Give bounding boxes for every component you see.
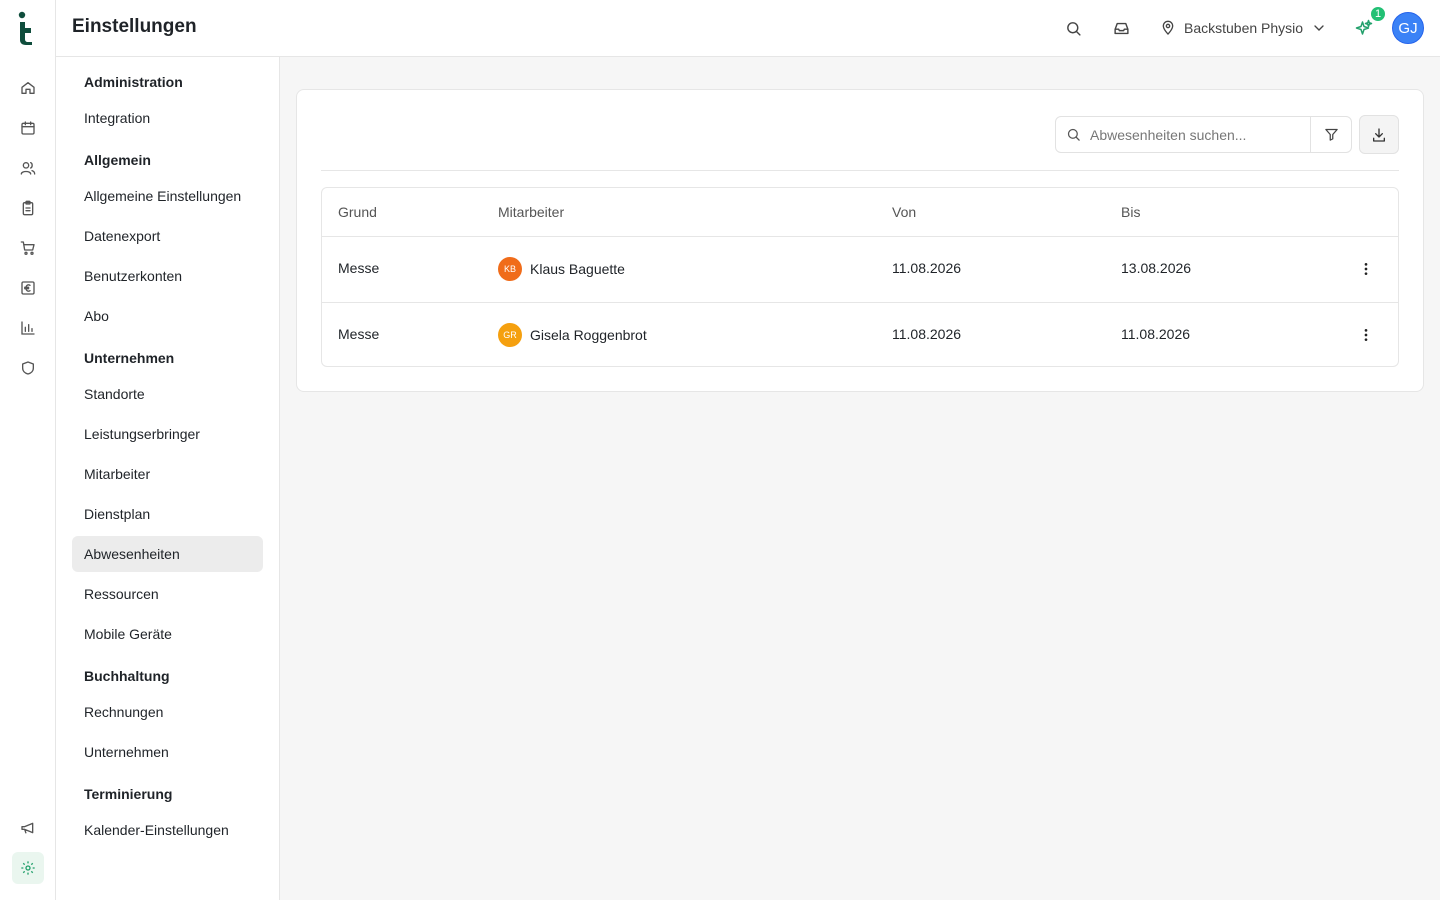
- nav-item-abo[interactable]: Abo: [72, 298, 263, 334]
- more-options-icon[interactable]: [1354, 257, 1378, 281]
- search-box: [1055, 116, 1352, 153]
- search-icon: [1056, 117, 1090, 152]
- chart-icon[interactable]: [16, 316, 40, 340]
- column-header-mitarbeiter[interactable]: Mitarbeiter: [498, 204, 564, 220]
- cell-von: 11.08.2026: [892, 260, 962, 276]
- nav-item-leistungserbringer[interactable]: Leistungserbringer: [72, 416, 263, 452]
- column-header-grund[interactable]: Grund: [338, 204, 377, 220]
- calendar-icon[interactable]: [16, 116, 40, 140]
- home-icon[interactable]: [16, 76, 40, 100]
- nav-item-mitarbeiter[interactable]: Mitarbeiter: [72, 456, 263, 492]
- filter-button[interactable]: [1310, 117, 1351, 152]
- download-button[interactable]: [1359, 115, 1399, 154]
- nav-item-mobile-geräte[interactable]: Mobile Geräte: [72, 616, 263, 652]
- employee-name: Klaus Baguette: [530, 261, 625, 277]
- shield-icon[interactable]: [16, 356, 40, 380]
- nav-item-abwesenheiten[interactable]: Abwesenheiten: [72, 536, 263, 572]
- page-title: Einstellungen: [72, 16, 197, 37]
- chevron-down-icon: [1314, 25, 1324, 31]
- nav-heading: Buchhaltung: [84, 668, 170, 684]
- nav-item-integration[interactable]: Integration: [72, 100, 263, 136]
- location-selector[interactable]: Backstuben Physio: [1160, 16, 1327, 40]
- top-bar: Einstellungen Backstuben Physio 1 GJ: [56, 0, 1440, 57]
- column-header-bis[interactable]: Bis: [1121, 204, 1140, 220]
- download-icon: [1373, 127, 1385, 142]
- nav-item-dienstplan[interactable]: Dienstplan: [72, 496, 263, 532]
- search-icon[interactable]: [1061, 16, 1085, 40]
- icon-rail: [0, 0, 56, 900]
- megaphone-icon[interactable]: [16, 816, 40, 840]
- avatar: GR: [498, 323, 522, 347]
- nav-item-rechnungen[interactable]: Rechnungen: [72, 694, 263, 730]
- nav-item-datenexport[interactable]: Datenexport: [72, 218, 263, 254]
- user-avatar[interactable]: GJ: [1392, 12, 1424, 44]
- nav-item-kalender-einstellungen[interactable]: Kalender-Einstellungen: [72, 812, 263, 848]
- nav-item-standorte[interactable]: Standorte: [72, 376, 263, 412]
- cell-mitarbeiter: GR Gisela Roggenbrot: [498, 323, 647, 347]
- absences-card: Grund Mitarbeiter Von Bis Messe KB Klaus…: [296, 89, 1424, 392]
- nav-heading: Administration: [84, 74, 183, 90]
- more-options-icon[interactable]: [1354, 323, 1378, 347]
- cart-icon[interactable]: [16, 236, 40, 260]
- nav-item-unternehmen[interactable]: Unternehmen: [72, 734, 263, 770]
- table-header: Grund Mitarbeiter Von Bis: [322, 188, 1398, 237]
- users-icon[interactable]: [16, 156, 40, 180]
- clipboard-icon[interactable]: [16, 196, 40, 220]
- absences-table: Grund Mitarbeiter Von Bis Messe KB Klaus…: [321, 187, 1399, 367]
- cell-grund: Messe: [338, 326, 380, 342]
- euro-icon[interactable]: [16, 276, 40, 300]
- notification-badge: 1: [1369, 5, 1387, 23]
- nav-item-benutzerkonten[interactable]: Benutzerkonten: [72, 258, 263, 294]
- location-name: Backstuben Physio: [1184, 20, 1304, 36]
- inbox-icon[interactable]: [1109, 16, 1133, 40]
- map-pin-icon: [1162, 20, 1174, 35]
- settings-nav: Administration Integration Allgemein Allgem…: [56, 57, 280, 900]
- nav-heading: Allgemein: [84, 152, 151, 168]
- cell-mitarbeiter: KB Klaus Baguette: [498, 257, 625, 281]
- cell-bis: 11.08.2026: [1121, 326, 1191, 342]
- nav-heading: Terminierung: [84, 786, 173, 802]
- cell-von: 11.08.2026: [892, 326, 962, 342]
- nav-item-allgemeine-einstellungen[interactable]: Allgemeine Einstellungen: [72, 178, 263, 214]
- cell-grund: Messe: [338, 260, 380, 276]
- column-header-von[interactable]: Von: [892, 204, 916, 220]
- table-row[interactable]: Messe GR Gisela Roggenbrot 11.08.2026 11…: [322, 302, 1398, 366]
- filter-icon: [1324, 128, 1338, 141]
- avatar: KB: [498, 257, 522, 281]
- table-row[interactable]: Messe KB Klaus Baguette 11.08.2026 13.08…: [322, 237, 1398, 302]
- nav-item-ressourcen[interactable]: Ressourcen: [72, 576, 263, 612]
- employee-name: Gisela Roggenbrot: [530, 327, 647, 343]
- gear-icon[interactable]: [12, 852, 44, 884]
- cell-bis: 13.08.2026: [1121, 260, 1192, 276]
- app-logo[interactable]: [18, 11, 38, 47]
- divider: [321, 170, 1399, 171]
- nav-heading: Unternehmen: [84, 350, 175, 366]
- search-input[interactable]: [1090, 117, 1310, 152]
